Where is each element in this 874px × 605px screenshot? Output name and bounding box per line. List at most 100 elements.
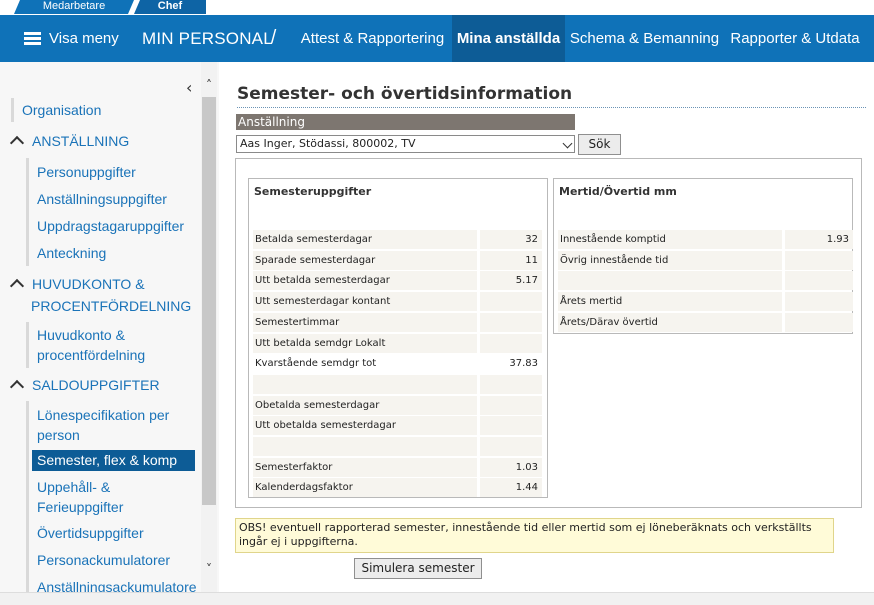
app-window: { "role_tabs": {"medarbetare": "Medarbet… bbox=[0, 0, 874, 605]
employee-label: Anställning bbox=[236, 114, 575, 130]
collapse-sidebar-icon[interactable]: ‹ bbox=[186, 78, 192, 97]
semester-row: Utt obetalda semesterdagar bbox=[253, 416, 542, 436]
semester-row: Kalenderdagsfaktor 1.44 bbox=[253, 478, 542, 498]
sidebar-item-personuppgifter[interactable]: Personuppgifter bbox=[37, 162, 136, 182]
semester-row-label bbox=[253, 374, 477, 394]
sidebar-section-huvudkonto[interactable]: HUVUDKONTO & bbox=[9, 274, 145, 294]
sidebar-item-overtidsuppgifter[interactable]: Övertidsuppgifter bbox=[37, 523, 144, 543]
semester-row: Semestertimmar bbox=[253, 312, 542, 333]
semester-row-label: Betalda semesterdagar bbox=[253, 230, 477, 249]
semester-row-value: 32 bbox=[480, 230, 542, 249]
nav-item-attest[interactable]: Attest & Rapportering bbox=[294, 15, 451, 62]
semester-row: Kvarstående semdgr tot 37.83 bbox=[253, 354, 542, 374]
sidebar-item-huvudkonto-line2[interactable]: procentfördelning bbox=[37, 345, 145, 365]
nav-item-mina-anstallda[interactable]: Mina anställda bbox=[452, 15, 565, 62]
nav-item-rapporter[interactable]: Rapporter & Utdata bbox=[724, 15, 866, 62]
semester-row: Semesterfaktor 1.03 bbox=[253, 457, 542, 478]
tree-line bbox=[26, 322, 29, 368]
semester-panel: Semesteruppgifter Betalda semesterdagar 3… bbox=[248, 178, 548, 498]
top-navigation: Visa meny MIN PERSONAL / Attest & Rappor… bbox=[0, 15, 874, 62]
semester-row: Utt betalda semesterdagar 5.17 bbox=[253, 271, 542, 291]
semester-row bbox=[253, 437, 542, 457]
sidebar-item-uppehall-line2[interactable]: Ferieuppgifter bbox=[37, 497, 123, 517]
tree-line bbox=[11, 98, 14, 122]
semester-row-value: 5.17 bbox=[480, 271, 542, 291]
semester-row-value: 37.83 bbox=[480, 354, 542, 374]
mertid-row-value bbox=[785, 271, 853, 291]
semester-row bbox=[253, 374, 542, 395]
semester-row-label: Kalenderdagsfaktor bbox=[253, 478, 477, 498]
mertid-row-value bbox=[785, 312, 853, 332]
sidebar-item-anteckning[interactable]: Anteckning bbox=[37, 243, 106, 263]
mertid-panel: Mertid/Övertid mm Innestående komptid 1.9… bbox=[553, 178, 853, 334]
sidebar-scroll-thumb[interactable] bbox=[202, 97, 216, 505]
tree-line bbox=[26, 158, 29, 266]
semester-row-label: Semesterfaktor bbox=[253, 457, 477, 477]
semester-row: Utt betalda semdgr Lokalt bbox=[253, 333, 542, 354]
scroll-up-icon[interactable]: ˄ bbox=[203, 79, 215, 91]
semester-row-label: Utt betalda semdgr Lokalt bbox=[253, 333, 477, 353]
section-label: HUVUDKONTO & bbox=[32, 276, 145, 292]
tree-line bbox=[26, 401, 29, 592]
mertid-row: Årets mertid bbox=[558, 292, 853, 312]
mertid-row bbox=[558, 271, 853, 291]
semester-row-label: Obetalda semesterdagar bbox=[253, 395, 477, 415]
chevron-down-icon bbox=[562, 138, 573, 149]
tab-medarbetare[interactable]: Medarbetare bbox=[14, 0, 134, 14]
hamburger-icon bbox=[24, 32, 41, 45]
semester-row-label bbox=[253, 437, 477, 456]
page-title: Semester- och övertidsinformation bbox=[237, 84, 573, 104]
mertid-row-label: Årets/Därav övertid bbox=[558, 312, 782, 332]
semester-row-label: Kvarstående semdgr tot bbox=[253, 354, 477, 374]
sidebar-item-anstallningsackumulatorer[interactable]: Anställningsackumulatorer bbox=[37, 577, 197, 592]
sidebar-item-semester-flex-komp[interactable]: Semester, flex & komp bbox=[32, 450, 195, 471]
simulate-vacation-button[interactable]: Simulera semester bbox=[354, 558, 482, 579]
employee-select[interactable]: Aas Inger, Stödassi, 800002, TV bbox=[236, 135, 575, 153]
scroll-down-icon[interactable]: ˅ bbox=[203, 563, 215, 575]
sidebar-item-personackumulatorer[interactable]: Personackumulatorer bbox=[37, 550, 170, 570]
sidebar-item-uppehall[interactable]: Uppehåll- & bbox=[37, 477, 110, 497]
mertid-row: Årets/Därav övertid bbox=[558, 312, 853, 333]
app-brand[interactable]: MIN PERSONAL bbox=[142, 15, 273, 62]
tab-chef[interactable]: Chef bbox=[134, 0, 206, 14]
semester-row-value: 1.44 bbox=[480, 478, 542, 498]
mertid-row-label bbox=[558, 271, 782, 291]
show-menu-label: Visa meny bbox=[49, 30, 119, 47]
sidebar-item-huvudkonto[interactable]: Huvudkonto & bbox=[37, 325, 125, 345]
sidebar-section-anstallning[interactable]: ANSTÄLLNING bbox=[9, 131, 129, 151]
sidebar-item-uppdragstagaruppgifter[interactable]: Uppdragstagaruppgifter bbox=[37, 216, 184, 236]
mertid-row-value bbox=[785, 250, 853, 270]
semester-row-value bbox=[480, 374, 542, 394]
semester-row-label: Utt obetalda semesterdagar bbox=[253, 416, 477, 436]
nav-item-schema[interactable]: Schema & Bemanning bbox=[567, 15, 722, 62]
sidebar-item-lonespecifikation-line2[interactable]: person bbox=[37, 425, 80, 445]
semester-row-value bbox=[480, 437, 542, 456]
search-button[interactable]: Sök bbox=[578, 134, 621, 155]
mertid-row: Innestående komptid 1.93 bbox=[558, 230, 853, 250]
mertid-heading: Mertid/Övertid mm bbox=[559, 185, 677, 198]
horizontal-scrollbar[interactable] bbox=[0, 592, 874, 605]
mertid-row-label: Årets mertid bbox=[558, 292, 782, 312]
semester-row-value: 1.03 bbox=[480, 457, 542, 477]
semester-row: Betalda semesterdagar 32 bbox=[253, 230, 542, 250]
sidebar-section-huvudkonto-line2[interactable]: PROCENTFÖRDELNING bbox=[31, 296, 191, 316]
sidebar-section-saldouppgifter[interactable]: SALDOUPPGIFTER bbox=[9, 375, 160, 395]
semester-row-value bbox=[480, 395, 542, 415]
mertid-row-label: Övrig innestående tid bbox=[558, 250, 782, 270]
semester-row-value bbox=[480, 312, 542, 332]
semester-row: Obetalda semesterdagar bbox=[253, 395, 542, 416]
sidebar-item-lonespecifikation[interactable]: Lönespecifikation per bbox=[37, 405, 169, 425]
sidebar-item-organisation[interactable]: Organisation bbox=[22, 100, 101, 120]
role-tabs: Medarbetare Chef bbox=[0, 0, 874, 16]
mertid-row-value bbox=[785, 292, 853, 312]
semester-heading: Semesteruppgifter bbox=[254, 185, 372, 198]
semester-row-label: Utt semesterdagar kontant bbox=[253, 292, 477, 312]
semester-row-value bbox=[480, 333, 542, 353]
mertid-row-label: Innestående komptid bbox=[558, 230, 782, 249]
semester-row-value: 11 bbox=[480, 250, 542, 270]
show-menu-button[interactable]: Visa meny bbox=[24, 15, 119, 62]
sidebar-item-anstallningsuppgifter[interactable]: Anställningsuppgifter bbox=[37, 189, 167, 209]
semester-row-label: Semestertimmar bbox=[253, 312, 477, 332]
mertid-row: Övrig innestående tid bbox=[558, 250, 853, 271]
chevron-up-icon bbox=[9, 135, 25, 151]
